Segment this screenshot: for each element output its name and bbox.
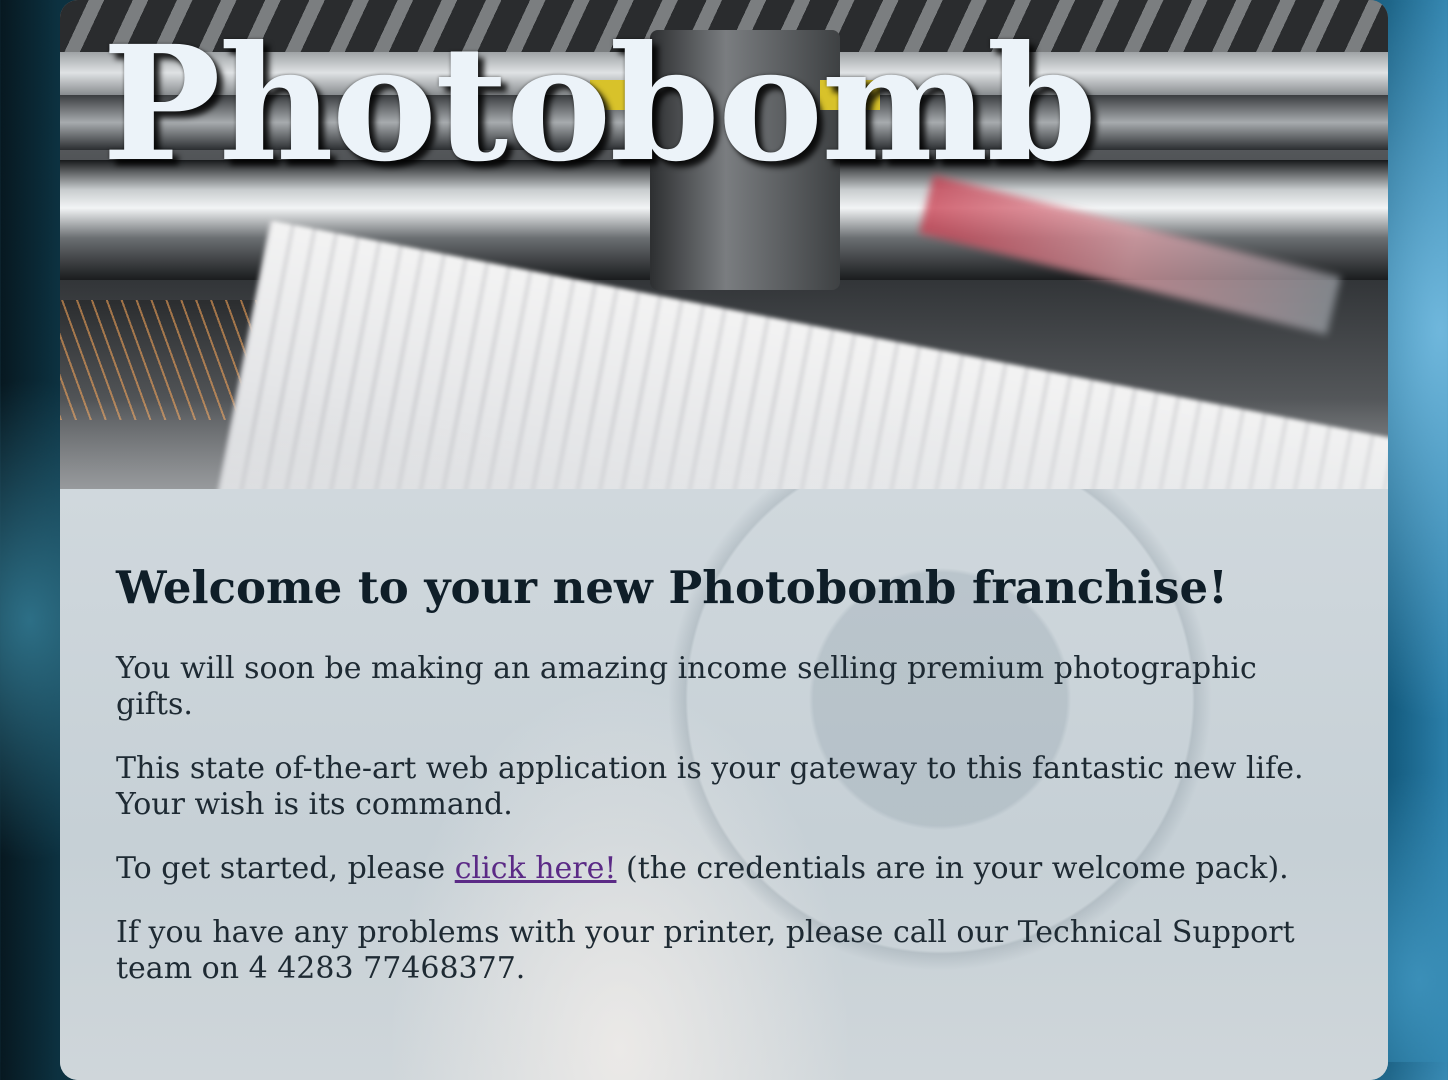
intro-paragraph: You will soon be making an amazing incom…: [116, 650, 1257, 722]
support-paragraph: If you have any problems with your print…: [116, 914, 1295, 986]
welcome-text-block: Welcome to your new Photobomb franchise!…: [116, 563, 1326, 1015]
get-started-paragraph: To get started, please click here! (the …: [116, 851, 1326, 887]
get-started-prefix: To get started, please: [116, 850, 455, 886]
click-here-link[interactable]: click here!: [455, 851, 617, 886]
page-card: Photobomb Welcome to your new Photobomb …: [60, 0, 1388, 1080]
welcome-heading: Welcome to your new Photobomb franchise!: [116, 561, 1228, 614]
header-fade: [60, 399, 1388, 489]
gateway-paragraph: This state of-the-art web application is…: [116, 750, 1304, 822]
main-content: Welcome to your new Photobomb franchise!…: [60, 489, 1388, 1080]
site-title: Photobomb: [102, 12, 1097, 197]
get-started-suffix: (the credentials are in your welcome pac…: [616, 850, 1289, 886]
header-banner: Photobomb: [60, 0, 1388, 489]
